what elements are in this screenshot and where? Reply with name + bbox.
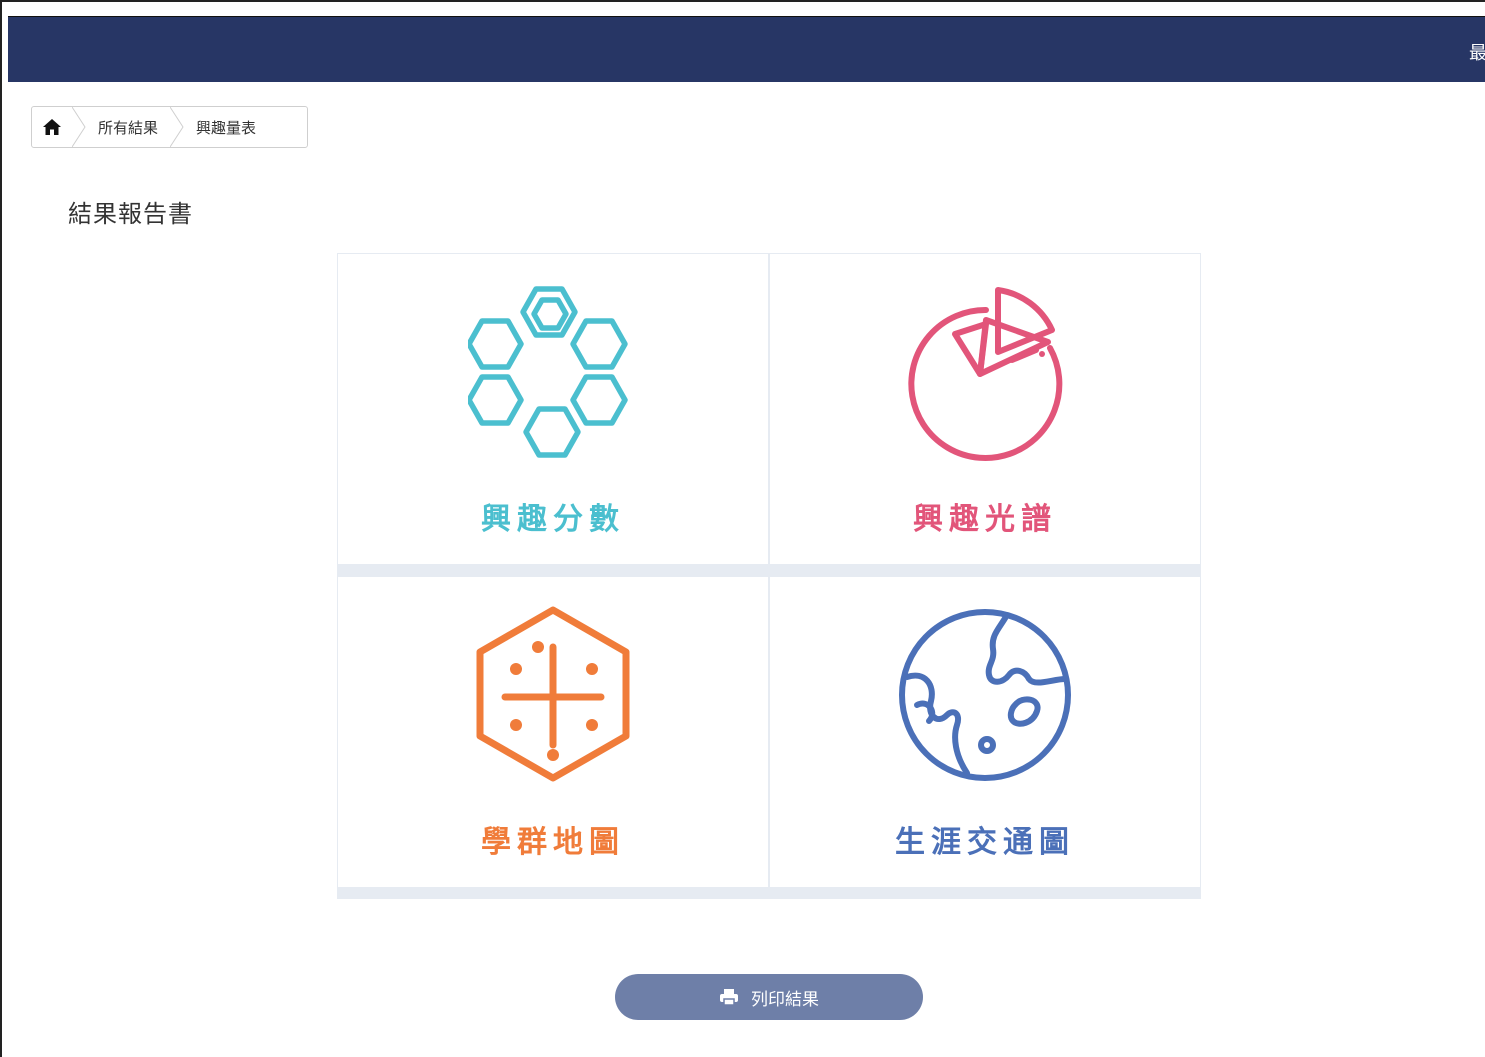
hexagon-cluster-icon <box>468 286 628 458</box>
topbar-truncated-text: 最 <box>1469 43 1485 64</box>
card-label: 興趣分數 <box>481 502 625 537</box>
breadcrumb-home[interactable] <box>32 107 72 147</box>
hexagon-grid-icon <box>476 606 630 782</box>
card-academic-map[interactable]: 學群地圖 <box>338 577 768 887</box>
print-results-button[interactable]: 列印結果 <box>615 974 923 1020</box>
breadcrumb-item-all-results[interactable]: 所有結果 <box>86 117 170 138</box>
globe-icon <box>899 609 1071 781</box>
breadcrumb-separator <box>72 107 86 147</box>
breadcrumb-separator <box>170 107 184 147</box>
top-navigation-bar: 最 <box>8 16 1485 82</box>
card-interest-score[interactable]: 興趣分數 <box>338 254 768 564</box>
home-icon <box>43 119 61 135</box>
printer-icon <box>720 989 738 1006</box>
card-label: 學群地圖 <box>481 825 625 860</box>
print-button-label: 列印結果 <box>751 989 819 1010</box>
breadcrumb: 所有結果 興趣量表 <box>31 106 308 148</box>
page-title: 結果報告書 <box>68 200 193 228</box>
breadcrumb-item-interest-inventory[interactable]: 興趣量表 <box>184 117 268 138</box>
card-label: 生涯交通圖 <box>895 825 1075 860</box>
card-label: 興趣光譜 <box>913 502 1057 537</box>
report-card-grid: 興趣分數 興趣光譜 學群地圖 生涯交通圖 <box>337 253 1201 899</box>
card-career-map[interactable]: 生涯交通圖 <box>770 577 1200 887</box>
pie-chart-icon <box>908 287 1063 461</box>
card-interest-spectrum[interactable]: 興趣光譜 <box>770 254 1200 564</box>
